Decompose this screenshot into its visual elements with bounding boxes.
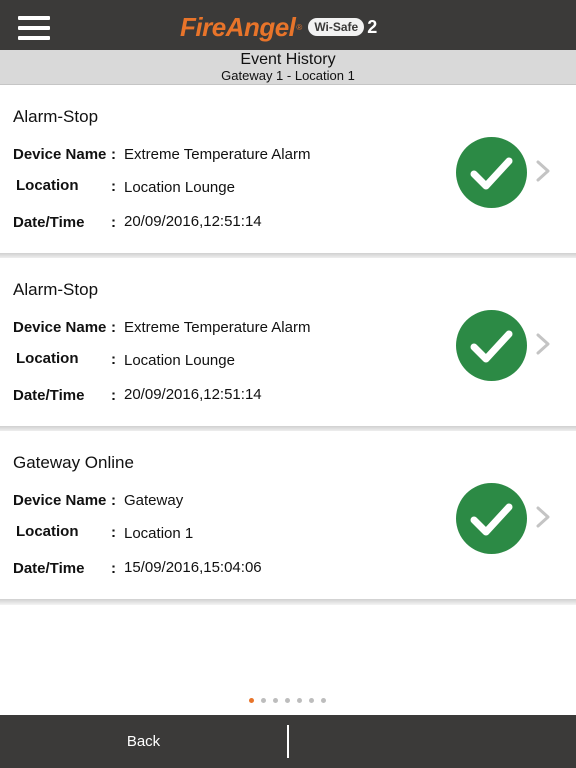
page-dot[interactable] — [321, 698, 326, 703]
page-subtitle: Gateway 1 - Location 1 — [221, 68, 355, 83]
brand-name: FireAngel — [180, 12, 296, 42]
page-dot[interactable] — [309, 698, 314, 703]
event-card[interactable]: Alarm-Stop Device Name : Extreme Tempera… — [0, 258, 576, 426]
page-title: Event History — [240, 51, 336, 68]
colon: : — [111, 492, 116, 509]
registered-mark: ® — [296, 22, 303, 32]
event-card[interactable]: Alarm-Stop Device Name : Extreme Tempera… — [0, 85, 576, 253]
page-dot[interactable] — [261, 698, 266, 703]
device-name-label: Device Name — [13, 492, 107, 509]
hamburger-menu-icon[interactable] — [18, 16, 50, 40]
datetime-label: Date/Time — [13, 387, 85, 404]
event-card[interactable]: Gateway Online Device Name : Gateway Loc… — [0, 431, 576, 599]
event-title: Gateway Online — [13, 453, 134, 472]
device-name-value: Extreme Temperature Alarm — [124, 146, 311, 163]
datetime-label: Date/Time — [13, 560, 85, 577]
device-name-label: Device Name — [13, 146, 107, 163]
device-name-label: Device Name — [13, 319, 107, 336]
colon: : — [111, 387, 116, 404]
top-bar: FireAngel ® Wi-Safe 2 — [0, 0, 576, 50]
datetime-value: 20/09/2016,12:51:14 — [124, 386, 262, 403]
location-value: Location Lounge — [124, 352, 235, 369]
app-logo: FireAngel ® Wi-Safe 2 — [180, 12, 378, 42]
check-circle-icon — [456, 137, 527, 208]
datetime-value: 20/09/2016,12:51:14 — [124, 213, 262, 230]
chevron-right-icon[interactable] — [534, 332, 552, 356]
location-value: Location 1 — [124, 525, 194, 542]
location-value: Location Lounge — [124, 179, 235, 196]
colon: : — [111, 146, 116, 163]
page-dot[interactable] — [297, 698, 302, 703]
page-indicator — [249, 698, 333, 703]
colon: : — [111, 214, 116, 231]
device-name-value: Extreme Temperature Alarm — [124, 319, 311, 336]
wi-safe-version: 2 — [367, 17, 378, 37]
colon: : — [111, 351, 116, 368]
page-header: Event History Gateway 1 - Location 1 — [0, 50, 576, 85]
check-circle-icon — [456, 483, 527, 554]
check-circle-icon — [456, 310, 527, 381]
bottom-bar: Back — [0, 715, 576, 768]
device-name-value: Gateway — [124, 492, 184, 509]
colon: : — [111, 524, 116, 541]
event-title: Alarm-Stop — [13, 280, 99, 299]
datetime-label: Date/Time — [13, 214, 85, 231]
bottom-bar-divider — [287, 725, 289, 758]
event-title: Alarm-Stop — [13, 107, 99, 126]
wi-safe-badge: Wi-Safe — [308, 18, 365, 36]
colon: : — [111, 178, 116, 195]
location-label: Location — [16, 523, 79, 540]
card-divider — [0, 599, 576, 605]
page-dot[interactable] — [249, 698, 254, 703]
colon: : — [111, 319, 116, 336]
chevron-right-icon[interactable] — [534, 505, 552, 529]
page-dot[interactable] — [273, 698, 278, 703]
datetime-value: 15/09/2016,15:04:06 — [124, 559, 262, 576]
location-label: Location — [16, 350, 79, 367]
colon: : — [111, 560, 116, 577]
back-button[interactable]: Back — [0, 715, 287, 768]
location-label: Location — [16, 177, 79, 194]
page-dot[interactable] — [285, 698, 290, 703]
chevron-right-icon[interactable] — [534, 159, 552, 183]
